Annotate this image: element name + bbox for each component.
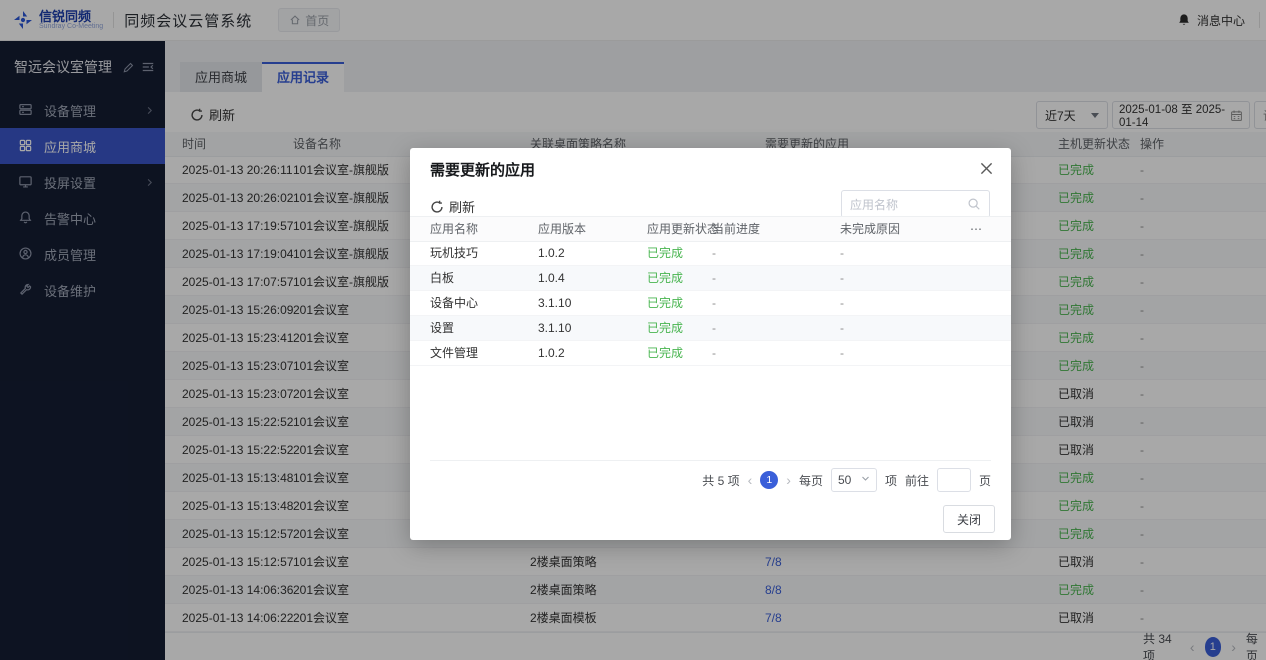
column-header: 未完成原因 xyxy=(840,217,900,241)
column-header: 应用版本 xyxy=(538,217,586,241)
modal-divider xyxy=(430,460,991,461)
app-name-cell: 设置 xyxy=(430,316,454,341)
app-version-cell: 1.0.2 xyxy=(538,341,565,366)
current-progress-cell: - xyxy=(712,341,716,366)
unfinished-reason-cell: - xyxy=(840,341,844,366)
table-row: 设备中心 3.1.10 已完成 - - xyxy=(410,291,1011,316)
column-header: 应用名称 xyxy=(430,217,478,241)
next-page-icon[interactable]: › xyxy=(786,472,791,488)
unfinished-reason-cell: - xyxy=(840,266,844,291)
table-row: 玩机技巧 1.0.2 已完成 - - xyxy=(410,241,1011,266)
per-page-label: 每页 xyxy=(799,472,823,489)
current-page-button[interactable]: 1 xyxy=(760,471,778,489)
modal-refresh-label: 刷新 xyxy=(449,197,475,216)
close-button[interactable]: 关闭 xyxy=(943,505,995,533)
modal-close-icon[interactable] xyxy=(975,157,997,179)
app-name-search-placeholder: 应用名称 xyxy=(850,196,967,213)
goto-label: 前往 xyxy=(905,472,929,489)
app-name-search-input[interactable]: 应用名称 xyxy=(841,190,990,218)
prev-page-icon[interactable]: ‹ xyxy=(748,472,753,488)
app-update-status-cell: 已完成 xyxy=(647,241,683,266)
column-header: 应用更新状态 xyxy=(647,217,719,241)
table-row: 文件管理 1.0.2 已完成 - - xyxy=(410,341,1011,366)
app-version-cell: 3.1.10 xyxy=(538,316,571,341)
refresh-icon xyxy=(430,200,444,214)
app-name-cell: 白板 xyxy=(430,266,454,291)
current-progress-cell: - xyxy=(712,266,716,291)
app-version-cell: 1.0.2 xyxy=(538,241,565,266)
column-settings-icon[interactable]: ⋯ xyxy=(970,217,982,241)
modal-table-header: 应用名称 应用版本 应用更新状态当前进度 未完成原因 ⋯ xyxy=(410,216,1011,242)
app-update-status-cell: 已完成 xyxy=(647,266,683,291)
modal-total-count: 共 5 项 xyxy=(702,472,739,489)
app-version-cell: 1.0.4 xyxy=(538,266,565,291)
chevron-down-icon xyxy=(861,474,870,486)
modal-title: 需要更新的应用 xyxy=(430,159,535,180)
table-row: 设置 3.1.10 已完成 - - xyxy=(410,316,1011,341)
modal-pager: 共 5 项 ‹ 1 › 每页 50 项 前往 页 xyxy=(702,466,991,494)
app-update-status-cell: 已完成 xyxy=(647,291,683,316)
table-row: 白板 1.0.4 已完成 - - xyxy=(410,266,1011,291)
app-update-status-cell: 已完成 xyxy=(647,316,683,341)
unfinished-reason-cell: - xyxy=(840,241,844,266)
current-progress-cell: - xyxy=(712,316,716,341)
modal-refresh-button[interactable]: 刷新 xyxy=(430,197,475,216)
column-header: 当前进度 xyxy=(712,217,760,241)
app-name-cell: 设备中心 xyxy=(430,291,478,316)
app-update-status-cell: 已完成 xyxy=(647,341,683,366)
per-page-select[interactable]: 50 xyxy=(831,468,877,492)
per-page-value: 50 xyxy=(838,473,851,487)
per-page-unit: 项 xyxy=(885,472,897,489)
search-icon xyxy=(967,197,981,211)
current-progress-cell: - xyxy=(712,241,716,266)
goto-page-input[interactable] xyxy=(937,468,971,492)
app-name-cell: 文件管理 xyxy=(430,341,478,366)
unfinished-reason-cell: - xyxy=(840,291,844,316)
unfinished-reason-cell: - xyxy=(840,316,844,341)
current-progress-cell: - xyxy=(712,291,716,316)
screen: 信锐同频 Sundray Co-Meeting 同频会议云管系统 首页 消息中心… xyxy=(0,0,1266,660)
goto-unit: 页 xyxy=(979,472,991,489)
app-name-cell: 玩机技巧 xyxy=(430,241,478,266)
apps-to-update-modal: 需要更新的应用 刷新 应用名称 应用名称应用版本应用更新状态当前进度未完成原因⋯… xyxy=(410,148,1011,540)
app-version-cell: 3.1.10 xyxy=(538,291,571,316)
